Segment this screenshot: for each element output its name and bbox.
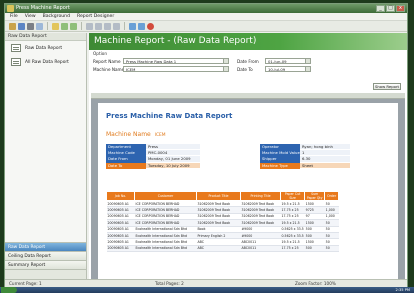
close-button[interactable]: x <box>396 5 405 12</box>
sidebar-group-summary-report[interactable]: Summary Report <box>5 260 86 269</box>
open-folder-icon[interactable] <box>9 22 16 30</box>
document-icon <box>11 44 21 52</box>
chevron-down-icon <box>223 59 228 63</box>
report-info-left: Department Press Machine Code PMC-0004 Dat… <box>106 144 200 169</box>
date-from-label: Date From <box>237 59 259 64</box>
column-header: Sum Paper Qty <box>304 191 326 201</box>
report-info-right: Operator Ryan; hong binh Machine Mold Val… <box>260 144 350 169</box>
app-window: Press Machine Report _ □ x File View Bac… <box>4 3 408 289</box>
column-header: Order <box>324 191 340 201</box>
viewer-toolbar <box>91 93 405 99</box>
sidebar-footer <box>5 269 86 279</box>
toolbar-separator <box>124 22 125 30</box>
machine-name-label: Machine Name <box>93 67 125 72</box>
next-page-icon[interactable] <box>104 22 111 30</box>
options-label: Option <box>93 51 107 56</box>
report-machine-name: Machine Name ICEM <box>106 131 166 138</box>
menu-file[interactable]: File <box>10 13 18 20</box>
toolbar-separator <box>47 22 48 30</box>
sidebar-group-raw-data-report[interactable]: Raw Data Report <box>5 242 86 251</box>
sidebar-item-raw-data-report[interactable]: Raw Data Report <box>5 41 86 55</box>
zoom-in-icon[interactable] <box>61 22 68 30</box>
last-page-icon[interactable] <box>113 22 120 30</box>
column-header: Paper Cut Size <box>279 191 306 201</box>
sidebar-item-label: All Raw Data Report <box>25 59 69 65</box>
main-panel: Machine Report - (Raw Data Report) Optio… <box>89 33 407 279</box>
table-row: 20090605 A1 Ecohealth International Sdn B… <box>106 245 339 253</box>
menu-view[interactable]: View <box>25 13 36 20</box>
sidebar: Raw Data Report Raw Data Report All Raw … <box>5 33 87 279</box>
sidebar-item-all-raw-data-report[interactable]: All Raw Data Report <box>5 55 86 69</box>
column-header: Product Title <box>196 191 241 201</box>
toolbar <box>5 21 407 32</box>
first-page-icon[interactable] <box>86 22 93 30</box>
maximize-button[interactable]: □ <box>386 5 395 12</box>
report-name-select[interactable]: Press Machine Raw Data 1 <box>123 58 229 64</box>
document-icon <box>11 58 21 66</box>
table-cell: 50 <box>324 245 339 253</box>
date-to-label: Date To <box>237 67 253 72</box>
report-viewer: Press Machine Raw Data Report Machine Na… <box>91 93 405 279</box>
chevron-down-icon <box>223 67 228 71</box>
date-from-picker[interactable]: 01-Jun-09 <box>265 58 311 64</box>
column-header: Customer <box>134 191 197 201</box>
menu-background[interactable]: Background <box>43 13 70 20</box>
taskbar: 2:35 PM <box>0 287 414 293</box>
table-cell: 17.75 x 25 <box>280 245 305 253</box>
chevron-down-icon <box>305 59 310 63</box>
print-preview-icon[interactable] <box>36 22 43 30</box>
sidebar-group-ceiling-data-report[interactable]: Ceiling Data Report <box>5 251 86 260</box>
table-cell: 500 <box>304 245 325 253</box>
find-icon[interactable] <box>52 22 59 30</box>
window-title: Press Machine Report <box>16 5 70 11</box>
page-setup-icon[interactable] <box>129 22 136 30</box>
tray-clock: 2:35 PM <box>395 288 410 292</box>
table-cell: 20090605 A1 <box>106 245 135 253</box>
column-header: Job No. <box>106 191 135 201</box>
chevron-down-icon <box>305 67 310 71</box>
date-to-picker[interactable]: 10-Jul-09 <box>265 66 311 72</box>
toolbar-separator <box>81 22 82 30</box>
stop-icon[interactable] <box>147 22 154 30</box>
page-title: Machine Report - (Raw Data Report) <box>89 33 407 50</box>
sidebar-header: Raw Data Report <box>5 33 86 41</box>
table-cell: Ecohealth International Sdn Bhd <box>134 245 197 253</box>
sidebar-item-label: Raw Data Report <box>25 45 63 51</box>
menu-bar: File View Background Report Designer <box>5 13 407 21</box>
zoom-out-icon[interactable] <box>70 22 77 30</box>
save-icon[interactable] <box>18 22 25 30</box>
table-header-row: Job No. Customer Product Title Printing … <box>106 191 340 201</box>
previous-page-icon[interactable] <box>95 22 102 30</box>
export-icon[interactable] <box>138 22 145 30</box>
menu-report-designer[interactable]: Report Designer <box>77 13 114 20</box>
table-cell: ABC0011 <box>240 245 281 253</box>
print-icon[interactable] <box>27 22 34 30</box>
minimize-button[interactable]: _ <box>376 5 385 12</box>
table-cell: ABC <box>196 245 241 253</box>
report-title: Press Machine Raw Data Report <box>106 112 233 120</box>
start-button[interactable] <box>1 287 17 293</box>
app-icon <box>7 5 14 12</box>
column-header: Printing Title <box>240 191 281 201</box>
report-page: Press Machine Raw Data Report Machine Na… <box>98 103 398 279</box>
title-bar: Press Machine Report _ □ x <box>5 4 407 13</box>
report-name-label: Report Name <box>93 59 121 64</box>
machine-name-select[interactable]: ICEM <box>123 66 229 72</box>
show-report-button[interactable]: Show Report <box>373 83 401 90</box>
report-table: Job No. Customer Product Title Printing … <box>106 191 340 253</box>
